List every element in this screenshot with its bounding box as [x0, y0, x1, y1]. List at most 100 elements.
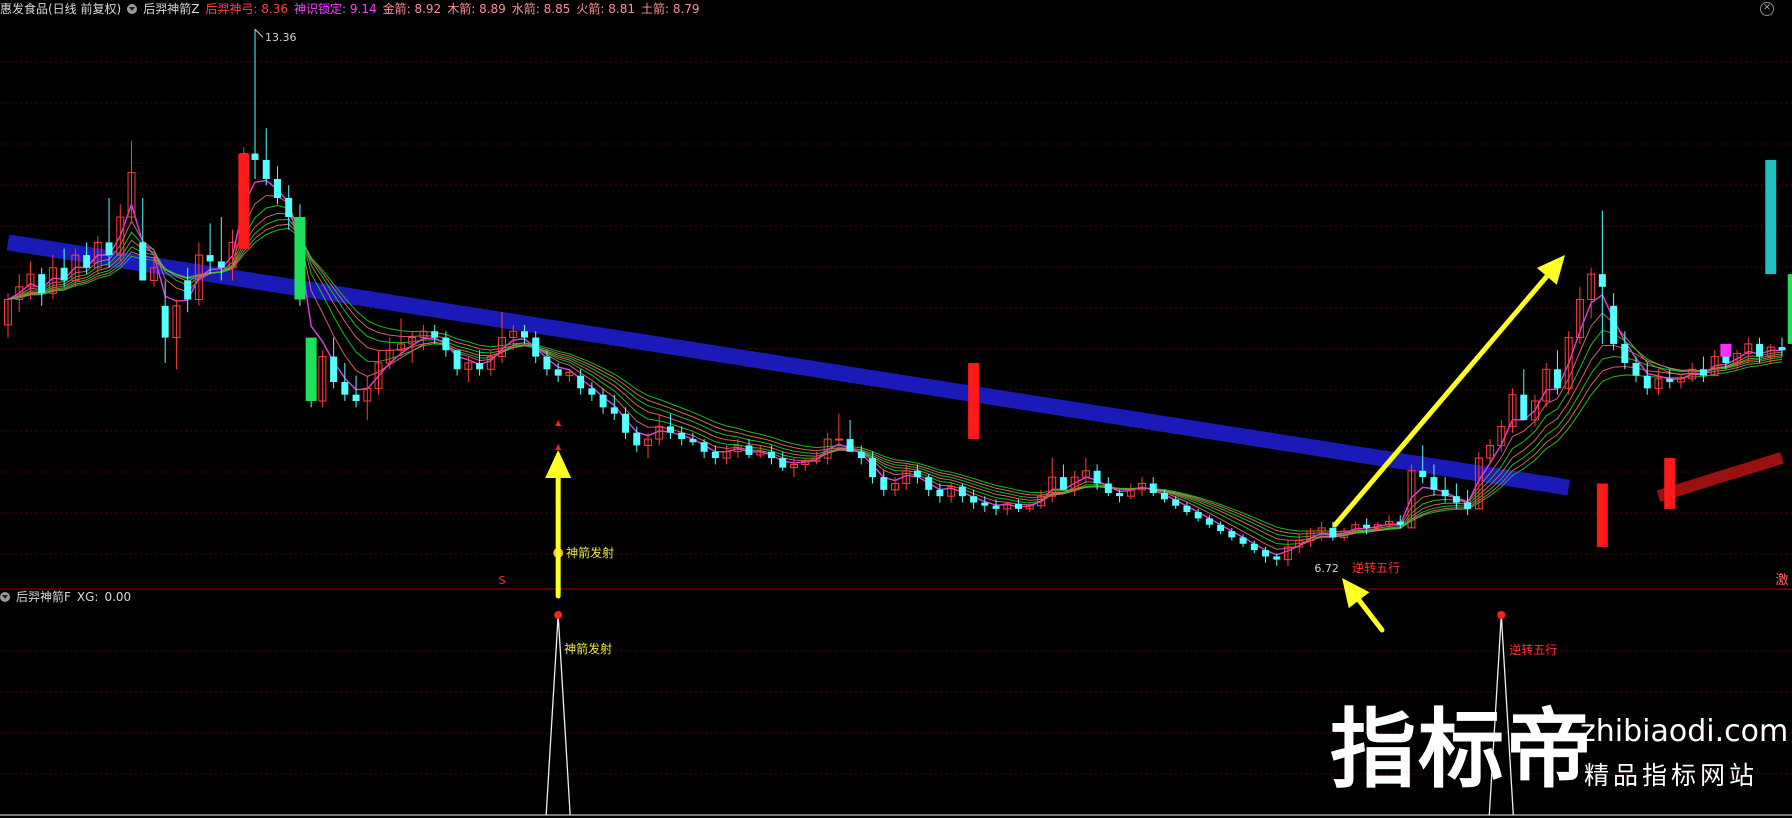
- candle: [1598, 210, 1606, 344]
- magenta-ma-line: [7, 179, 1783, 556]
- indicator-label-1: 神识锁定:: [294, 2, 347, 16]
- chart-canvas: 13.366.72逆转五行神箭发射S激跌财 神箭发射逆转五行: [0, 28, 1792, 816]
- signal-candle-red: [238, 153, 250, 249]
- candle: [1575, 286, 1584, 344]
- candle-body-down: [431, 331, 439, 338]
- watermark-url: zhibiaodi.com: [1580, 714, 1789, 749]
- candle: [1486, 439, 1495, 465]
- reverse-label-main: 逆转五行: [1352, 560, 1400, 575]
- candle-body-down: [330, 356, 338, 382]
- indicator-label-0: 后羿神弓:: [205, 2, 258, 16]
- indicator-value-1: 9.14: [346, 2, 377, 16]
- candle-body-down: [1015, 503, 1022, 509]
- candle-body-down: [577, 375, 585, 389]
- candle-body-down: [1250, 543, 1258, 551]
- candle: [48, 255, 57, 300]
- candle: [1104, 477, 1112, 497]
- candle: [38, 267, 46, 306]
- indicator-value-0: 8.36: [257, 2, 289, 16]
- candle: [1497, 420, 1506, 452]
- candle: [1520, 369, 1528, 421]
- candle: [1699, 356, 1707, 382]
- indicator-value-2: 8.92: [410, 2, 442, 16]
- candle-body-down: [1149, 483, 1157, 494]
- candle-body-down: [1621, 343, 1629, 363]
- reverse-label-sub: 逆转五行: [1509, 642, 1557, 657]
- sub-indicator-dropdown-icon[interactable]: [0, 592, 10, 602]
- candle: [1666, 369, 1674, 389]
- candle-body-down: [1778, 347, 1786, 351]
- indicator-name[interactable]: 后羿神箭Z: [143, 0, 199, 18]
- candle: [363, 375, 372, 421]
- candle-body-down: [992, 505, 1000, 509]
- candle-body-down: [1183, 505, 1191, 513]
- candle: [925, 473, 933, 497]
- red-trend-band: [1656, 452, 1784, 502]
- candle: [172, 299, 181, 370]
- candle: [1531, 394, 1539, 427]
- candle: [532, 331, 540, 363]
- candle: [486, 350, 495, 376]
- candle-body-down: [1441, 489, 1449, 497]
- arrow-up-shenjian-head: [545, 450, 572, 478]
- candle-body-down: [1610, 305, 1618, 344]
- sub-indicator-name[interactable]: 后羿神箭F: [16, 588, 71, 606]
- candle-body-down: [1239, 537, 1247, 544]
- candle: [846, 420, 854, 452]
- candle: [1059, 464, 1067, 490]
- marker-ji: 激: [1775, 573, 1788, 588]
- watermark-slogan: 精品指标网站: [1584, 761, 1759, 790]
- sub-xg-value: 0.00: [104, 590, 132, 604]
- blue-trend-band: [6, 234, 1570, 496]
- candle-body-down: [1699, 369, 1707, 376]
- candle: [341, 362, 349, 402]
- indicator-value-5: 8.81: [604, 2, 635, 16]
- candle: [318, 350, 327, 408]
- marker-s: S: [499, 574, 506, 587]
- signal-candle-red: [968, 362, 980, 440]
- candle-body-down: [981, 502, 989, 506]
- candle: [655, 413, 664, 446]
- close-icon[interactable]: ✕: [1760, 2, 1774, 16]
- candle: [711, 445, 719, 465]
- candle: [396, 318, 405, 357]
- candle-body-down: [1194, 512, 1202, 519]
- low-price-label: 6.72: [1314, 562, 1339, 575]
- arrow-reverse-head: [1342, 578, 1370, 609]
- candle-body-down: [1273, 556, 1281, 560]
- up-arrow-marker: [555, 444, 562, 451]
- candle-body-down: [745, 445, 753, 455]
- candle-body-down: [453, 350, 461, 370]
- candle-body-down: [184, 280, 192, 300]
- indicator-dropdown-icon[interactable]: [127, 4, 138, 14]
- candle-body-down: [1116, 493, 1124, 497]
- candle-body-down: [1722, 356, 1730, 363]
- candle-body-down: [857, 451, 865, 459]
- candle-body-down: [622, 413, 630, 433]
- sub-chart-header: 后羿神箭F XG: 0.00: [0, 588, 131, 606]
- indicator-label-6: 土箭:: [640, 2, 670, 16]
- candle-body-down: [521, 331, 528, 338]
- candle: [262, 128, 270, 186]
- candle: [1643, 362, 1651, 395]
- candle: [1081, 458, 1090, 484]
- candle-body-down: [476, 362, 484, 370]
- arrow-reverse-shaft: [1356, 597, 1385, 633]
- candle: [678, 426, 686, 446]
- candle: [1688, 362, 1697, 382]
- indicator-label-3: 木箭:: [447, 2, 476, 16]
- candle: [599, 388, 607, 414]
- indicator-label-5: 火箭:: [576, 2, 605, 16]
- candle-body-down: [779, 458, 787, 468]
- candle: [1452, 483, 1460, 509]
- up-arrow-marker: [555, 420, 562, 427]
- candle-body-down: [105, 242, 113, 256]
- candle-body-down: [913, 470, 921, 478]
- candle-body-down: [543, 356, 551, 370]
- candle-body-down: [846, 439, 854, 452]
- candle: [476, 350, 484, 376]
- candle-body-down: [1464, 502, 1472, 509]
- candle: [1273, 553, 1281, 566]
- candle-body-down: [442, 337, 450, 351]
- candle: [789, 458, 798, 478]
